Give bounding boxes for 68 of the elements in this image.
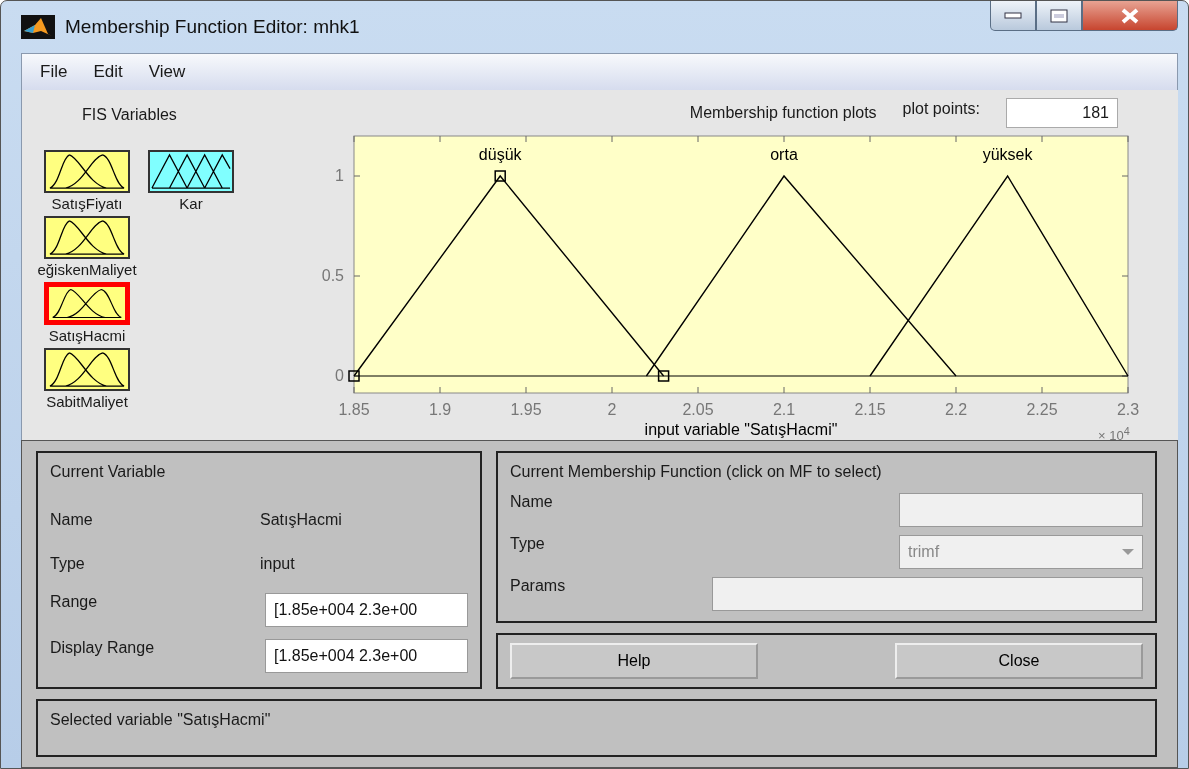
minimize-icon [1004, 11, 1022, 20]
close-button[interactable] [1082, 1, 1178, 31]
variable-label: eğiskenMaliyet [37, 261, 137, 278]
axis-multiplier: × 10$^{4}$ [1098, 428, 1130, 440]
membership-icon[interactable] [148, 150, 234, 193]
y-tick-label: 1 [335, 167, 344, 184]
membership-curve[interactable] [353, 174, 665, 377]
variable-label: SatışFiyatı [51, 195, 123, 212]
x-tick-label: 2 [607, 401, 617, 418]
x-axis-label: input variable "SatışHacmi" [644, 421, 838, 438]
field-label: Params [510, 577, 567, 595]
variable-type: input [260, 555, 296, 573]
variable-label: Kar [179, 195, 203, 212]
section-title: FIS Variables [82, 106, 177, 124]
status-text: Selected variable "SatışHacmi" [50, 711, 271, 728]
menu-item[interactable]: Edit [85, 60, 131, 84]
plot-title: Membership function plots [689, 104, 877, 122]
params-field[interactable] [712, 577, 1143, 611]
membership-curve[interactable] [869, 174, 1129, 377]
point-marker-icon[interactable] [348, 370, 360, 382]
close-icon [1120, 7, 1140, 24]
membership-icon[interactable] [44, 150, 130, 193]
maximize-icon [1050, 8, 1068, 23]
field-label: Name [510, 493, 554, 511]
maximize-button[interactable] [1036, 1, 1082, 31]
x-tick-label: 1.85 [338, 401, 370, 418]
field-label: Range [50, 593, 99, 611]
x-tick-label: 1.95 [510, 401, 542, 418]
field-label: Type [510, 535, 546, 553]
plot-points-label: plot points: [902, 100, 980, 118]
app-logo-icon [21, 15, 55, 39]
dropdown-arrow-icon [1122, 548, 1134, 556]
y-tick-label: 0.5 [321, 267, 344, 284]
menu-item[interactable]: View [140, 60, 194, 84]
membership-icon[interactable] [44, 348, 130, 391]
point-marker-icon[interactable] [657, 370, 670, 382]
membership-curve[interactable] [645, 174, 957, 377]
x-tick-label: 2.15 [854, 401, 886, 418]
mf-label: yüksek [982, 146, 1033, 163]
minimize-button[interactable] [990, 1, 1036, 31]
field-label: Type [50, 555, 86, 573]
point-marker-icon[interactable] [494, 170, 506, 182]
x-tick-label: 2.2 [944, 401, 968, 418]
name-field[interactable] [899, 493, 1143, 527]
range-field[interactable]: [1.85e+004 2.3e+00 [265, 593, 468, 627]
membership-icon[interactable] [44, 216, 130, 259]
x-tick-label: 2.3 [1116, 401, 1140, 418]
plot-points-field[interactable]: 181 [1006, 98, 1118, 128]
x-tick-label: 1.9 [428, 401, 452, 418]
panel-title: Current Variable [50, 463, 167, 481]
x-tick-label: 2.05 [682, 401, 714, 418]
window-title: Membership Function Editor: mhk1 [65, 16, 361, 38]
variable-label: SabitMaliyet [46, 393, 128, 410]
dialog-button[interactable]: Help [510, 643, 758, 679]
panel-title: Current Membership Function (click on MF to select) [510, 463, 883, 481]
mf-label: orta [770, 146, 798, 163]
dialog-button[interactable]: Close [895, 643, 1143, 679]
menu-item[interactable]: File [32, 60, 76, 84]
x-tick-label: 2.1 [772, 401, 796, 418]
field-label: Display Range [50, 639, 156, 657]
display-range-field[interactable]: [1.85e+004 2.3e+00 [265, 639, 468, 673]
variable-label: SatışHacmi [48, 327, 126, 344]
y-tick-label: 0 [335, 367, 344, 384]
membership-icon[interactable] [44, 282, 130, 325]
variable-name: SatışHacmi [260, 511, 343, 529]
x-tick-label: 2.25 [1026, 401, 1058, 418]
field-label: Name [50, 511, 94, 529]
mf-label: düşük [478, 146, 522, 163]
